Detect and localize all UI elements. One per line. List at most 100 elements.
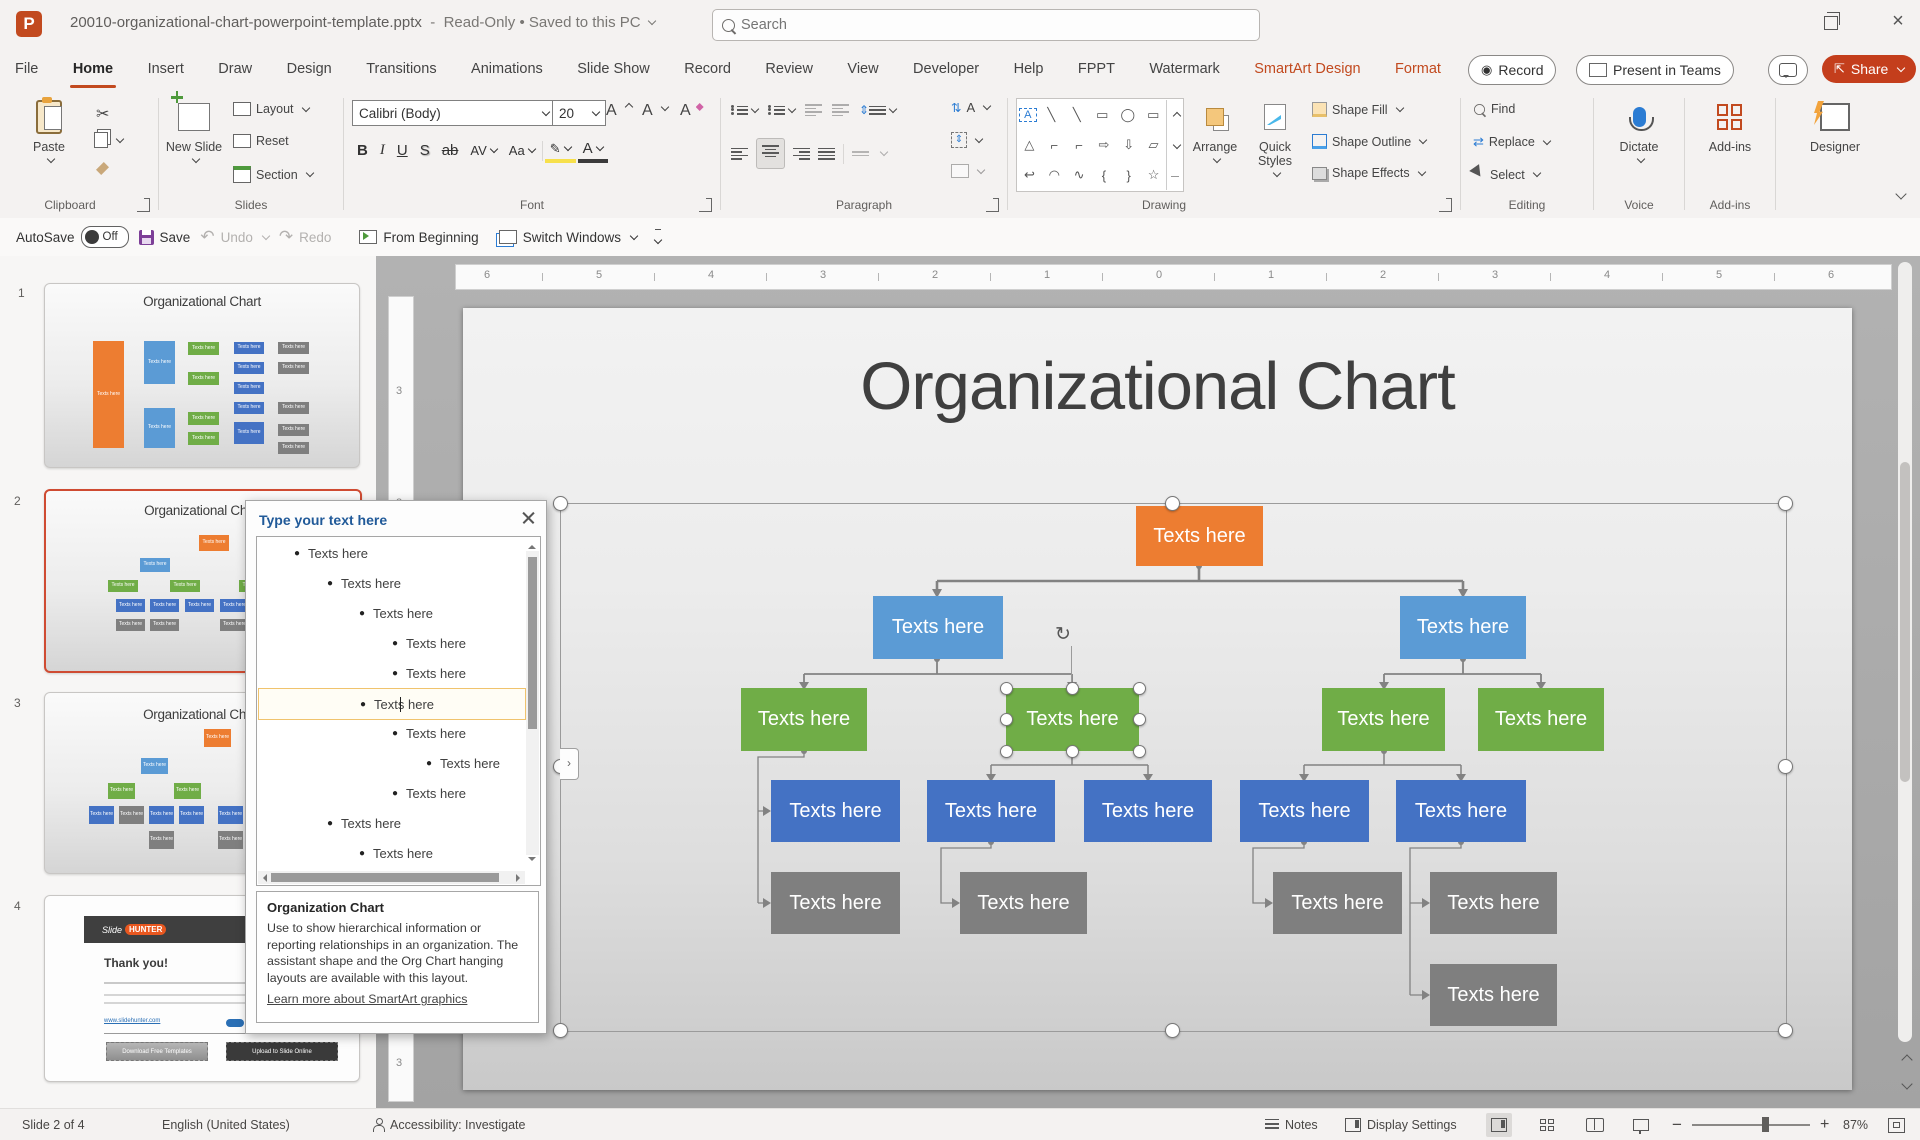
new-slide-button[interactable]: New Slide	[165, 98, 223, 168]
block-arrow-right-icon[interactable]: ⇨	[1093, 137, 1115, 153]
italic-button[interactable]: I	[375, 140, 390, 161]
scrollbar-thumb[interactable]	[1900, 462, 1910, 782]
scrollbar-thumb[interactable]	[528, 557, 537, 729]
bold-button[interactable]: B	[352, 140, 373, 161]
text-box-shape-icon[interactable]: A	[1019, 108, 1037, 122]
smartart-help-link[interactable]: Learn more about SmartArt graphics	[267, 992, 528, 1006]
switch-windows-button[interactable]: Switch Windows	[499, 230, 637, 245]
layout-button[interactable]: Layout	[233, 102, 309, 116]
slide-sorter-view-button[interactable]	[1534, 1109, 1560, 1140]
dictate-button[interactable]: Dictate	[1610, 98, 1668, 168]
tab-view[interactable]: View	[832, 48, 893, 90]
rotate-handle-icon[interactable]: ↻	[1055, 623, 1071, 646]
tab-fppt[interactable]: FPPT	[1063, 48, 1130, 90]
text-shadow-button[interactable]: S	[415, 140, 435, 161]
scroll-right-icon[interactable]	[516, 874, 524, 882]
tab-design[interactable]: Design	[272, 48, 347, 90]
line-shape-icon[interactable]: ╲	[1040, 107, 1062, 123]
text-pane-item[interactable]: ●Texts here	[426, 748, 500, 778]
resize-handle[interactable]	[1165, 496, 1180, 511]
grow-font-button[interactable]: A	[606, 102, 632, 120]
shape-resize-handle[interactable]	[1133, 745, 1146, 758]
tab-developer[interactable]: Developer	[898, 48, 994, 90]
text-pane-toggle[interactable]: ›	[560, 748, 579, 780]
resize-handle[interactable]	[1778, 1023, 1793, 1038]
text-pane-item[interactable]: ●Texts here	[359, 838, 433, 868]
tab-format[interactable]: Format	[1380, 48, 1456, 90]
replace-button[interactable]: ⇄ Replace	[1473, 134, 1550, 150]
tab-review[interactable]: Review	[750, 48, 828, 90]
cut-button[interactable]: ✂	[96, 104, 109, 124]
previous-slide-button[interactable]	[1894, 1046, 1916, 1072]
text-direction-button[interactable]: ⇅A	[951, 100, 990, 115]
record-button[interactable]: ◉ Record	[1468, 55, 1556, 85]
zoom-in-button[interactable]: +	[1820, 1109, 1829, 1140]
notes-button[interactable]: Notes	[1265, 1109, 1318, 1140]
font-color-button[interactable]: A	[578, 138, 608, 163]
tab-file[interactable]: File	[0, 48, 53, 90]
shape-resize-handle[interactable]	[1000, 682, 1013, 695]
scroll-left-icon[interactable]	[259, 874, 267, 882]
font-dialog-launcher[interactable]	[699, 199, 712, 212]
text-pane-item[interactable]: ●Texts here	[392, 778, 466, 808]
shape-resize-handle[interactable]	[1000, 713, 1013, 726]
fit-to-window-button[interactable]	[1888, 1109, 1905, 1140]
tab-record[interactable]: Record	[669, 48, 746, 90]
tab-transitions[interactable]: Transitions	[351, 48, 451, 90]
resize-handle[interactable]	[553, 1023, 568, 1038]
resize-handle[interactable]	[553, 496, 568, 511]
decrease-indent-icon[interactable]	[805, 102, 822, 118]
tab-smartart-design[interactable]: SmartArt Design	[1239, 48, 1375, 90]
zoom-slider-thumb[interactable]	[1762, 1117, 1769, 1132]
normal-view-button[interactable]	[1486, 1109, 1512, 1140]
restore-window-icon[interactable]	[1824, 16, 1838, 30]
bullets-button[interactable]	[731, 104, 758, 117]
zoom-out-button[interactable]: −	[1672, 1109, 1682, 1140]
resize-handle[interactable]	[1778, 759, 1793, 774]
scroll-down-icon[interactable]	[528, 857, 536, 865]
scrollbar-thumb[interactable]	[271, 873, 499, 882]
tab-home[interactable]: Home	[58, 48, 128, 90]
display-settings-button[interactable]: Display Settings	[1345, 1109, 1457, 1140]
tab-draw[interactable]: Draw	[203, 48, 267, 90]
paste-button[interactable]: Paste	[20, 98, 78, 168]
clear-formatting-button[interactable]: A	[680, 102, 704, 120]
share-button[interactable]: ⇱ Share	[1822, 55, 1916, 83]
shape-resize-handle[interactable]	[1066, 682, 1079, 695]
save-button[interactable]: Save	[139, 230, 191, 245]
close-window-icon[interactable]: ×	[1884, 8, 1912, 36]
shape-resize-handle[interactable]	[1133, 713, 1146, 726]
left-brace-shape-icon[interactable]: {	[1093, 168, 1115, 183]
text-pane-item[interactable]: ●Texts here	[359, 598, 433, 628]
align-left-button[interactable]	[731, 146, 748, 162]
shape-outline-button[interactable]: Shape Outline	[1312, 134, 1426, 149]
tab-help[interactable]: Help	[999, 48, 1059, 90]
arrow-shape-icon[interactable]: ╲	[1066, 107, 1088, 123]
reading-view-button[interactable]	[1582, 1109, 1608, 1140]
tab-insert[interactable]: Insert	[133, 48, 199, 90]
text-pane-item[interactable]: ●Texts here	[327, 808, 401, 838]
text-pane-item-selected[interactable]: ●Texts here	[258, 688, 526, 720]
shrink-font-button[interactable]: A	[642, 102, 668, 120]
rounded-rectangle-shape-icon[interactable]: ▭	[1142, 107, 1164, 123]
next-slide-button[interactable]	[1894, 1074, 1916, 1100]
qat-overflow-button[interactable]	[655, 229, 661, 246]
oval-shape-icon[interactable]: ◯	[1117, 107, 1139, 123]
designer-button[interactable]: Designer	[1804, 98, 1866, 154]
zoom-level[interactable]: 87%	[1843, 1109, 1868, 1140]
quick-styles-button[interactable]: Quick Styles	[1246, 98, 1304, 182]
text-pane-hscrollbar[interactable]	[258, 871, 525, 884]
text-pane-item[interactable]: ●Texts here	[294, 538, 368, 568]
tab-watermark[interactable]: Watermark	[1134, 48, 1234, 90]
redo-button[interactable]: ↷Redo	[279, 227, 332, 247]
saved-label[interactable]: Saved to this PC	[529, 14, 641, 31]
format-painter-button[interactable]	[96, 162, 109, 175]
elbow-connector-icon[interactable]: ⌐	[1043, 138, 1065, 153]
shape-effects-button[interactable]: Shape Effects	[1312, 166, 1425, 180]
comments-button[interactable]	[1768, 55, 1808, 85]
undo-button[interactable]: ↶Undo	[200, 227, 269, 247]
drawing-dialog-launcher[interactable]	[1439, 199, 1452, 212]
from-beginning-button[interactable]: From Beginning	[359, 230, 478, 245]
present-in-teams-button[interactable]: Present in Teams	[1576, 55, 1734, 85]
close-icon[interactable]	[520, 509, 538, 527]
